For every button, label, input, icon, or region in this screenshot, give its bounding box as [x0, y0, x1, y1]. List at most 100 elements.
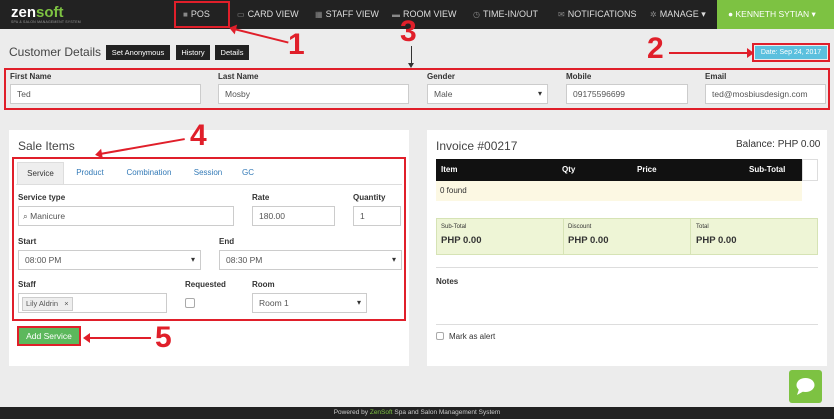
discount-label: Discount [568, 224, 592, 230]
invoice-title: Invoice #00217 [436, 139, 518, 153]
nav-manage[interactable]: ✲ MANAGE ▾ [647, 0, 706, 29]
calendar-icon: ▦ [315, 10, 323, 19]
annotation-4: 4 [190, 119, 207, 152]
annotation-arrow-2 [669, 48, 754, 58]
nav-card-view[interactable]: ▭ CARD VIEW [234, 0, 299, 29]
gender-label: Gender [427, 72, 456, 81]
notes-divider [436, 267, 818, 268]
col-qty: Qty [562, 165, 576, 174]
card-icon: ▭ [237, 10, 245, 19]
tab-combination[interactable]: Combination [118, 162, 180, 184]
tab-product[interactable]: Product [68, 162, 112, 184]
total-value: PHP 0.00 [696, 235, 737, 246]
bell-icon: ✉ [558, 10, 565, 19]
user-icon: ● [728, 9, 734, 19]
staff-field[interactable]: Lily Aldrin × [18, 293, 167, 313]
footer-brand[interactable]: ZenSoft [370, 409, 393, 416]
first-name-field[interactable]: Ted [10, 84, 201, 104]
footer: Powered by ZenSoft Spa and Salon Managem… [0, 407, 834, 419]
room-label: Room [252, 280, 275, 289]
footer-prefix: Powered by [333, 409, 370, 416]
service-type-label: Service type [18, 193, 66, 202]
annotation-3: 3 [400, 15, 417, 48]
notes-label: Notes [436, 277, 459, 286]
gender-select[interactable]: Male [427, 84, 548, 104]
subtotal-label: Sub-Total [441, 224, 467, 230]
col-item: Item [441, 165, 458, 174]
end-label: End [219, 237, 235, 246]
annotation-arrow-5 [83, 333, 151, 343]
quantity-field[interactable]: 1 [353, 206, 401, 226]
staff-tag-label: Lily Aldrin [26, 298, 59, 308]
sale-items-title: Sale Items [18, 139, 75, 153]
nav-staff-view-label: STAFF VIEW [325, 9, 379, 19]
start-label: Start [18, 237, 37, 246]
tab-session[interactable]: Session [186, 162, 230, 184]
logo-tagline: SPA & SALON MANAGEMENT SYSTEM [11, 20, 81, 24]
nav-time-in-out-label: TIME-IN/OUT [482, 9, 538, 19]
mark-as-alert-label: Mark as alert [449, 332, 496, 341]
invoice-empty-row: 0 found [436, 181, 802, 201]
totals-divider [563, 218, 564, 255]
nav-notifications[interactable]: ✉ NOTIFICATIONS [555, 0, 637, 29]
mobile-label: Mobile [566, 72, 592, 81]
totals-box [436, 218, 818, 255]
nav-time-in-out[interactable]: ◷ TIME-IN/OUT [470, 0, 538, 29]
start-select[interactable]: 08:00 PM [18, 250, 201, 270]
user-name: KENNETH SYTIAN ▾ [735, 9, 816, 19]
col-subtotal: Sub-Total [749, 165, 786, 174]
balance-label: Balance: PHP 0.00 [736, 139, 821, 150]
last-name-label: Last Name [218, 72, 259, 81]
annotation-5: 5 [155, 321, 172, 354]
gear-icon: ✲ [650, 10, 657, 19]
tab-service[interactable]: Service [17, 162, 64, 184]
chat-button[interactable] [789, 370, 822, 403]
details-button[interactable]: Details [215, 45, 249, 60]
first-name-label: First Name [10, 72, 52, 81]
search-icon: ⌕ [23, 211, 28, 221]
remove-tag-icon[interactable]: × [64, 299, 68, 308]
logo[interactable]: zensoft [11, 4, 64, 21]
highlight-pos [174, 1, 230, 28]
annotation-2: 2 [647, 32, 664, 65]
annotation-arrow-3 [408, 46, 414, 68]
footer-suffix: Spa and Salon Management System [392, 409, 501, 416]
nav-card-view-label: CARD VIEW [247, 9, 299, 19]
staff-label: Staff [18, 280, 36, 289]
mark-as-alert-checkbox[interactable] [436, 332, 444, 340]
chat-bubble-icon [796, 378, 815, 395]
notes-textarea[interactable] [436, 290, 818, 320]
bed-icon: ▬ [392, 10, 400, 19]
rate-label: Rate [252, 193, 270, 202]
requested-checkbox[interactable] [185, 298, 195, 308]
discount-value: PHP 0.00 [568, 235, 609, 246]
end-select[interactable]: 08:30 PM [219, 250, 402, 270]
total-label: Total [696, 224, 709, 230]
annotation-1: 1 [288, 28, 305, 61]
service-type-field[interactable]: ⌕ Manicure [18, 206, 234, 226]
email-field[interactable]: ted@mosbiusdesign.com [705, 84, 826, 104]
nav-notifications-label: NOTIFICATIONS [567, 9, 637, 19]
user-menu[interactable]: ● KENNETH SYTIAN ▾ [717, 0, 834, 29]
tabs-divider [16, 184, 402, 185]
tab-gc[interactable]: GC [236, 162, 260, 184]
notes-bottom-divider [436, 324, 818, 325]
quantity-label: Quantity [353, 193, 386, 202]
nav-staff-view[interactable]: ▦ STAFF VIEW [312, 0, 379, 29]
top-navbar: zensoft SPA & SALON MANAGEMENT SYSTEM ■ P… [0, 0, 834, 29]
history-button[interactable]: History [176, 45, 210, 60]
col-price: Price [637, 165, 657, 174]
room-select[interactable]: Room 1 [252, 293, 367, 313]
email-label: Email [705, 72, 727, 81]
rate-field[interactable]: 180.00 [252, 206, 335, 226]
subtotal-value: PHP 0.00 [441, 235, 482, 246]
clock-icon: ◷ [473, 10, 480, 19]
nav-manage-label: MANAGE ▾ [659, 9, 706, 19]
set-anonymous-button[interactable]: Set Anonymous [106, 45, 170, 60]
add-service-button[interactable]: Add Service [17, 326, 81, 346]
last-name-field[interactable]: Mosby [218, 84, 409, 104]
highlight-date [752, 43, 830, 62]
requested-label: Requested [185, 280, 226, 289]
mobile-field[interactable]: 09175596699 [566, 84, 688, 104]
staff-tag: Lily Aldrin × [22, 296, 73, 311]
